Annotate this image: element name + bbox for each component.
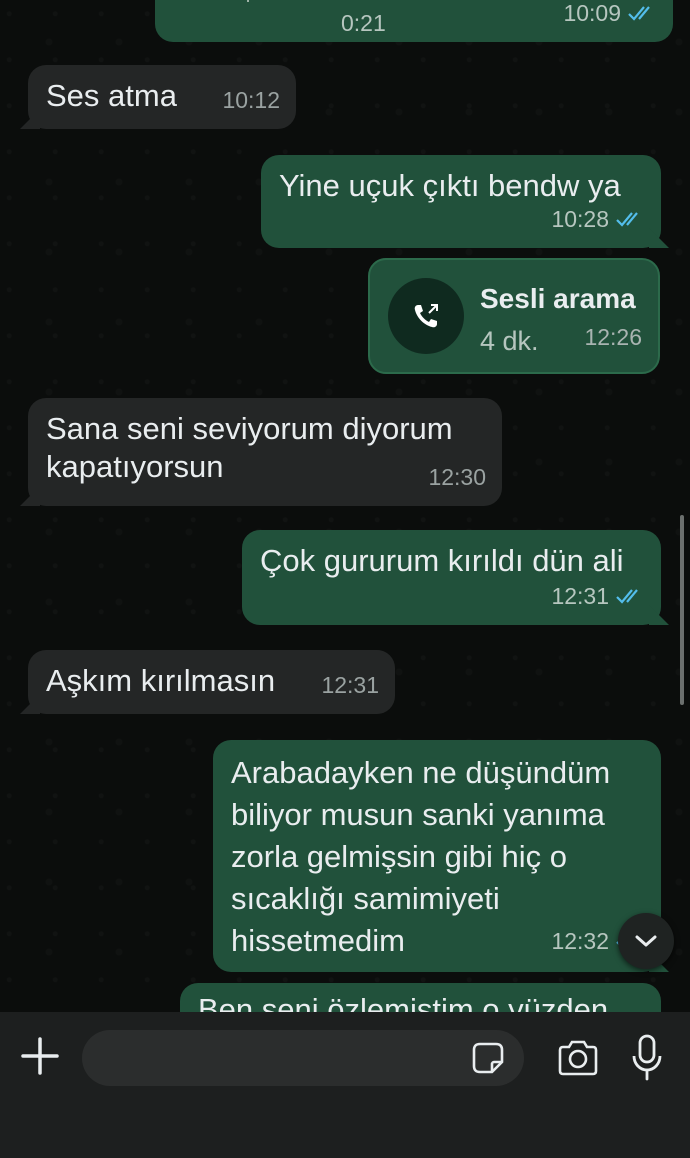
message-time: 12:31	[321, 672, 379, 698]
message-time: 10:09	[563, 0, 621, 26]
outgoing-message[interactable]: Arabadayken ne düşündüm biliyor musun sa…	[213, 740, 661, 972]
camera-icon[interactable]	[556, 1038, 600, 1078]
scroll-to-bottom-button[interactable]	[618, 913, 674, 969]
message-time: 12:32	[551, 928, 609, 954]
message-meta: 12:31	[321, 666, 379, 704]
message-time: 12:26	[584, 324, 642, 350]
mic-badge-icon	[247, 0, 249, 2]
message-meta: 12:26	[584, 318, 642, 356]
message-text-line: zorla gelmişsin gibi hiç o	[231, 839, 567, 874]
message-input[interactable]	[82, 1030, 524, 1086]
incoming-message[interactable]: Aşkım kırılmasın 12:31	[28, 650, 395, 714]
message-meta: 12:30	[428, 458, 486, 496]
outgoing-message[interactable]: Çok gururum kırıldı dün ali 12:31	[242, 530, 661, 625]
message-text-line: Sana seni seviyorum diyorum	[46, 411, 453, 446]
voice-duration: 0:21	[341, 10, 386, 36]
message-text-line: biliyor musun sanki yanıma	[231, 797, 605, 832]
voice-call-bubble[interactable]: Sesli arama 4 dk. 12:26	[368, 258, 660, 374]
outgoing-message[interactable]: Yine uçuk çıktı bendw ya 10:28	[261, 155, 661, 248]
incoming-message[interactable]: Sana seni seviyorum diyorum kapatıyorsun…	[28, 398, 502, 506]
outgoing-message[interactable]: Ben seni özlemiştim o yüzden	[180, 983, 661, 1012]
message-meta: 10:09	[563, 0, 657, 32]
message-time: 12:31	[551, 583, 609, 609]
composer-bar	[0, 1012, 690, 1158]
outgoing-call-icon	[388, 278, 464, 354]
chat-area[interactable]: 0:21 10:09 Ses atma 10:12 Yine uçuk çıkt…	[0, 0, 690, 1012]
message-meta: 12:31	[551, 577, 645, 615]
double-check-icon	[616, 589, 638, 604]
message-text-line: sıcaklığı samimiyeti	[231, 881, 500, 916]
call-duration: 4 dk.	[480, 326, 539, 356]
call-title: Sesli arama	[480, 283, 636, 314]
message-text-line: kapatıyorsun	[46, 449, 224, 484]
message-time: 12:30	[428, 464, 486, 490]
microphone-icon[interactable]	[630, 1034, 664, 1082]
sticker-icon[interactable]	[470, 1040, 506, 1076]
double-check-icon	[628, 6, 650, 21]
message-text: Çok gururum kırıldı dün ali	[260, 543, 624, 578]
incoming-message[interactable]: Ses atma 10:12	[28, 65, 296, 129]
plus-icon[interactable]	[20, 1036, 60, 1076]
message-time: 10:28	[551, 206, 609, 232]
message-text: Ben seni özlemiştim o yüzden	[198, 992, 609, 1012]
scrollbar[interactable]	[680, 515, 684, 705]
message-text-line: Arabadayken ne düşündüm	[231, 755, 611, 790]
voice-message-bubble[interactable]: 0:21 10:09	[155, 0, 673, 42]
double-check-icon	[616, 212, 638, 227]
message-meta: 10:28	[551, 200, 645, 238]
message-meta: 10:12	[222, 81, 280, 119]
chevron-down-icon	[635, 935, 657, 947]
message-time: 10:12	[222, 87, 280, 113]
